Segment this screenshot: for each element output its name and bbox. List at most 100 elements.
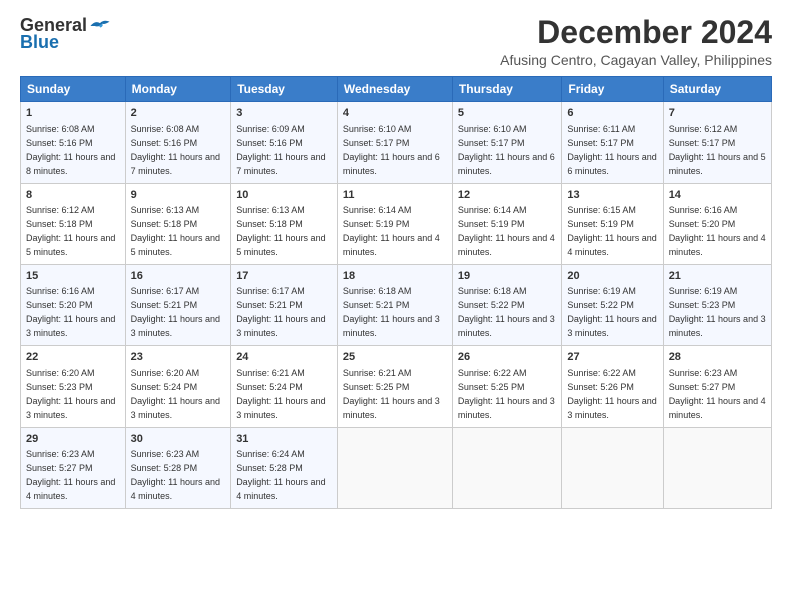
calendar-cell: 31 Sunrise: 6:24 AMSunset: 5:28 PMDayligh… — [231, 427, 338, 508]
logo: General Blue — [20, 15, 111, 53]
day-number: 3 — [236, 106, 332, 121]
calendar-cell: 9 Sunrise: 6:13 AMSunset: 5:18 PMDaylight… — [125, 183, 231, 264]
day-info: Sunrise: 6:15 AMSunset: 5:19 PMDaylight:… — [567, 205, 656, 257]
calendar-cell: 10Sunrise: 6:13 AMSunset: 5:18 PMDayligh… — [231, 183, 338, 264]
calendar-cell: 24 Sunrise: 6:21 AMSunset: 5:24 PMDayligh… — [231, 346, 338, 427]
calendar-cell: 21 Sunrise: 6:19 AMSunset: 5:23 PMDayligh… — [663, 264, 771, 345]
day-info: Sunrise: 6:14 AMSunset: 5:19 PMDaylight:… — [343, 205, 440, 257]
calendar-cell: 1Sunrise: 6:08 AMSunset: 5:16 PMDaylight… — [21, 102, 126, 183]
day-number: 7 — [669, 106, 766, 121]
week-row-1: 1 Sunrise: 6:08 AMSunset: 5:16 PMDaylight… — [21, 102, 772, 183]
col-header-friday: Friday — [562, 77, 663, 102]
day-info: Sunrise: 6:17 AMSunset: 5:21 PMDaylight:… — [236, 286, 325, 338]
day-number: 1 — [26, 106, 120, 121]
calendar-cell: 25 Sunrise: 6:21 AMSunset: 5:25 PMDayligh… — [337, 346, 452, 427]
week-row-5: 29Sunrise: 6:23 AMSunset: 5:27 PMDayligh… — [21, 427, 772, 508]
col-header-tuesday: Tuesday — [231, 77, 338, 102]
day-info: Sunrise: 6:18 AMSunset: 5:21 PMDaylight:… — [343, 286, 440, 338]
week-row-2: 8 Sunrise: 6:12 AMSunset: 5:18 PMDaylight… — [21, 183, 772, 264]
calendar-cell — [452, 427, 561, 508]
calendar-header-row: SundayMondayTuesdayWednesdayThursdayFrid… — [21, 77, 772, 102]
day-info: Sunrise: 6:20 AMSunset: 5:23 PMDaylight:… — [26, 368, 115, 420]
day-number: 16 — [131, 269, 226, 284]
col-header-thursday: Thursday — [452, 77, 561, 102]
day-info: Sunrise: 6:20 AMSunset: 5:24 PMDaylight:… — [131, 368, 220, 420]
day-info: Sunrise: 6:12 AMSunset: 5:18 PMDaylight:… — [26, 205, 115, 257]
day-number: 21 — [669, 269, 766, 284]
day-info: Sunrise: 6:17 AMSunset: 5:21 PMDaylight:… — [131, 286, 220, 338]
calendar-cell: 15Sunrise: 6:16 AMSunset: 5:20 PMDayligh… — [21, 264, 126, 345]
logo-bird-icon — [89, 17, 111, 35]
calendar-cell — [337, 427, 452, 508]
calendar-cell: 26 Sunrise: 6:22 AMSunset: 5:25 PMDayligh… — [452, 346, 561, 427]
day-number: 6 — [567, 106, 657, 121]
col-header-monday: Monday — [125, 77, 231, 102]
calendar-cell: 8 Sunrise: 6:12 AMSunset: 5:18 PMDaylight… — [21, 183, 126, 264]
col-header-saturday: Saturday — [663, 77, 771, 102]
day-info: Sunrise: 6:10 AMSunset: 5:17 PMDaylight:… — [458, 124, 555, 176]
day-number: 14 — [669, 188, 766, 203]
day-info: Sunrise: 6:16 AMSunset: 5:20 PMDaylight:… — [669, 205, 766, 257]
day-number: 10 — [236, 188, 332, 203]
header: General Blue December 2024 Afusing Centr… — [20, 15, 772, 68]
calendar-cell: 7 Sunrise: 6:12 AMSunset: 5:17 PMDaylight… — [663, 102, 771, 183]
calendar-cell: 29Sunrise: 6:23 AMSunset: 5:27 PMDayligh… — [21, 427, 126, 508]
day-info: Sunrise: 6:09 AMSunset: 5:16 PMDaylight:… — [236, 124, 325, 176]
day-number: 18 — [343, 269, 447, 284]
day-number: 25 — [343, 350, 447, 365]
calendar-cell: 4 Sunrise: 6:10 AMSunset: 5:17 PMDaylight… — [337, 102, 452, 183]
logo-blue: Blue — [20, 32, 59, 53]
day-number: 20 — [567, 269, 657, 284]
day-info: Sunrise: 6:13 AMSunset: 5:18 PMDaylight:… — [131, 205, 220, 257]
day-info: Sunrise: 6:11 AMSunset: 5:17 PMDaylight:… — [567, 124, 656, 176]
day-number: 8 — [26, 188, 120, 203]
calendar-cell: 12Sunrise: 6:14 AMSunset: 5:19 PMDayligh… — [452, 183, 561, 264]
day-number: 31 — [236, 432, 332, 447]
day-number: 22 — [26, 350, 120, 365]
day-number: 12 — [458, 188, 556, 203]
day-info: Sunrise: 6:21 AMSunset: 5:24 PMDaylight:… — [236, 368, 325, 420]
day-number: 28 — [669, 350, 766, 365]
day-number: 26 — [458, 350, 556, 365]
calendar-cell: 17 Sunrise: 6:17 AMSunset: 5:21 PMDayligh… — [231, 264, 338, 345]
day-info: Sunrise: 6:21 AMSunset: 5:25 PMDaylight:… — [343, 368, 440, 420]
day-number: 9 — [131, 188, 226, 203]
col-header-sunday: Sunday — [21, 77, 126, 102]
calendar-table: SundayMondayTuesdayWednesdayThursdayFrid… — [20, 76, 772, 509]
day-number: 11 — [343, 188, 447, 203]
day-info: Sunrise: 6:10 AMSunset: 5:17 PMDaylight:… — [343, 124, 440, 176]
day-info: Sunrise: 6:23 AMSunset: 5:27 PMDaylight:… — [669, 368, 766, 420]
day-info: Sunrise: 6:24 AMSunset: 5:28 PMDaylight:… — [236, 449, 325, 501]
calendar-cell: 30Sunrise: 6:23 AMSunset: 5:28 PMDayligh… — [125, 427, 231, 508]
day-number: 19 — [458, 269, 556, 284]
calendar-cell: 5 Sunrise: 6:10 AMSunset: 5:17 PMDaylight… — [452, 102, 561, 183]
day-info: Sunrise: 6:19 AMSunset: 5:22 PMDaylight:… — [567, 286, 656, 338]
day-number: 27 — [567, 350, 657, 365]
week-row-3: 15Sunrise: 6:16 AMSunset: 5:20 PMDayligh… — [21, 264, 772, 345]
day-info: Sunrise: 6:22 AMSunset: 5:25 PMDaylight:… — [458, 368, 555, 420]
calendar-cell: 23 Sunrise: 6:20 AMSunset: 5:24 PMDayligh… — [125, 346, 231, 427]
subtitle: Afusing Centro, Cagayan Valley, Philippi… — [500, 52, 772, 68]
day-number: 4 — [343, 106, 447, 121]
calendar-cell — [663, 427, 771, 508]
calendar-cell: 11 Sunrise: 6:14 AMSunset: 5:19 PMDayligh… — [337, 183, 452, 264]
day-number: 17 — [236, 269, 332, 284]
day-number: 5 — [458, 106, 556, 121]
week-row-4: 22 Sunrise: 6:20 AMSunset: 5:23 PMDayligh… — [21, 346, 772, 427]
day-number: 29 — [26, 432, 120, 447]
day-info: Sunrise: 6:23 AMSunset: 5:28 PMDaylight:… — [131, 449, 220, 501]
day-number: 2 — [131, 106, 226, 121]
day-info: Sunrise: 6:08 AMSunset: 5:16 PMDaylight:… — [131, 124, 220, 176]
day-number: 24 — [236, 350, 332, 365]
day-info: Sunrise: 6:18 AMSunset: 5:22 PMDaylight:… — [458, 286, 555, 338]
day-info: Sunrise: 6:12 AMSunset: 5:17 PMDaylight:… — [669, 124, 766, 176]
calendar-cell: 27Sunrise: 6:22 AMSunset: 5:26 PMDayligh… — [562, 346, 663, 427]
calendar-cell: 16 Sunrise: 6:17 AMSunset: 5:21 PMDayligh… — [125, 264, 231, 345]
calendar-cell: 20 Sunrise: 6:19 AMSunset: 5:22 PMDayligh… — [562, 264, 663, 345]
day-number: 23 — [131, 350, 226, 365]
calendar-cell: 22 Sunrise: 6:20 AMSunset: 5:23 PMDayligh… — [21, 346, 126, 427]
title-area: December 2024 Afusing Centro, Cagayan Va… — [500, 15, 772, 68]
day-info: Sunrise: 6:19 AMSunset: 5:23 PMDaylight:… — [669, 286, 766, 338]
day-number: 13 — [567, 188, 657, 203]
calendar-cell: 18 Sunrise: 6:18 AMSunset: 5:21 PMDayligh… — [337, 264, 452, 345]
